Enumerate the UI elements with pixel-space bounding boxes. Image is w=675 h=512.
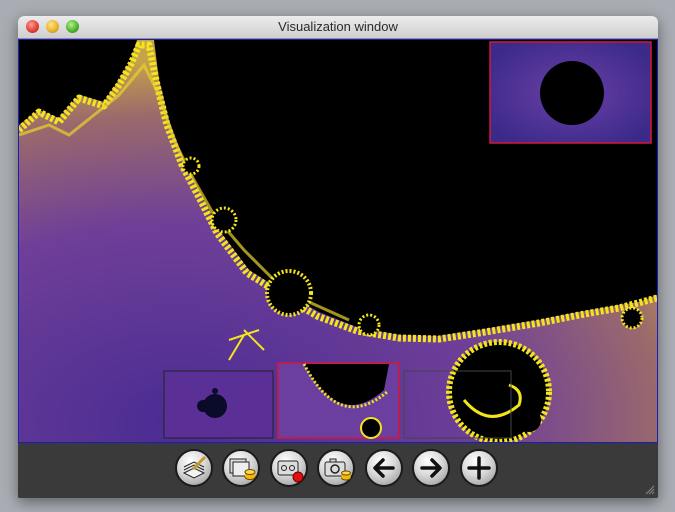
minimap-thumbnail[interactable] bbox=[489, 41, 652, 144]
resize-grip-icon[interactable] bbox=[645, 485, 655, 495]
snapshot-save-button[interactable] bbox=[317, 449, 355, 487]
window-title: Visualization window bbox=[278, 19, 398, 34]
paint-brush-icon bbox=[182, 455, 207, 479]
mandelbrot-view bbox=[19, 40, 657, 442]
title-bar[interactable]: Visualization window bbox=[18, 16, 658, 39]
visualization-window: Visualization window bbox=[18, 16, 658, 498]
add-button[interactable] bbox=[460, 449, 498, 487]
toolbar bbox=[18, 443, 658, 498]
camera-save-icon bbox=[324, 458, 351, 481]
layers-save-icon bbox=[229, 458, 256, 480]
plus-icon bbox=[467, 456, 491, 480]
record-button[interactable] bbox=[270, 449, 308, 487]
fractal-canvas[interactable] bbox=[18, 39, 658, 443]
history-thumbnail[interactable] bbox=[163, 370, 274, 439]
record-icon bbox=[277, 460, 304, 483]
paint-brush-button[interactable] bbox=[175, 449, 213, 487]
arrow-left-icon bbox=[373, 458, 395, 478]
arrow-right-icon bbox=[420, 458, 442, 478]
history-thumbnail[interactable] bbox=[277, 362, 400, 439]
forward-button[interactable] bbox=[412, 449, 450, 487]
back-button[interactable] bbox=[365, 449, 403, 487]
save-layers-button[interactable] bbox=[222, 449, 260, 487]
